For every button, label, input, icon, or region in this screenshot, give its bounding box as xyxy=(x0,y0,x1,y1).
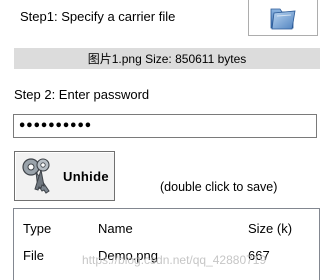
step1-label: Step1: Specify a carrier file xyxy=(20,9,176,24)
unhide-button-label: Unhide xyxy=(63,168,109,184)
row-name-cell: Demo.png xyxy=(98,248,158,263)
hidden-files-table[interactable]: Type Name Size (k) File Demo.png 667 xyxy=(13,208,320,280)
password-field[interactable] xyxy=(13,114,317,138)
column-header-name[interactable]: Name xyxy=(98,221,133,237)
column-header-size[interactable]: Size (k) xyxy=(248,221,292,237)
row-type-cell: File xyxy=(23,248,44,263)
open-carrier-file-button[interactable] xyxy=(248,0,318,36)
folder-icon xyxy=(270,8,296,29)
save-hint: (double click to save) xyxy=(160,180,278,194)
column-header-type[interactable]: Type xyxy=(23,221,51,237)
row-size-cell: 667 xyxy=(248,248,270,263)
carrier-file-info: 图片1.png Size: 850611 bytes xyxy=(14,48,320,69)
step2-label: Step 2: Enter password xyxy=(14,87,150,102)
unhide-button[interactable]: Unhide xyxy=(14,151,115,201)
keys-icon xyxy=(22,158,50,194)
